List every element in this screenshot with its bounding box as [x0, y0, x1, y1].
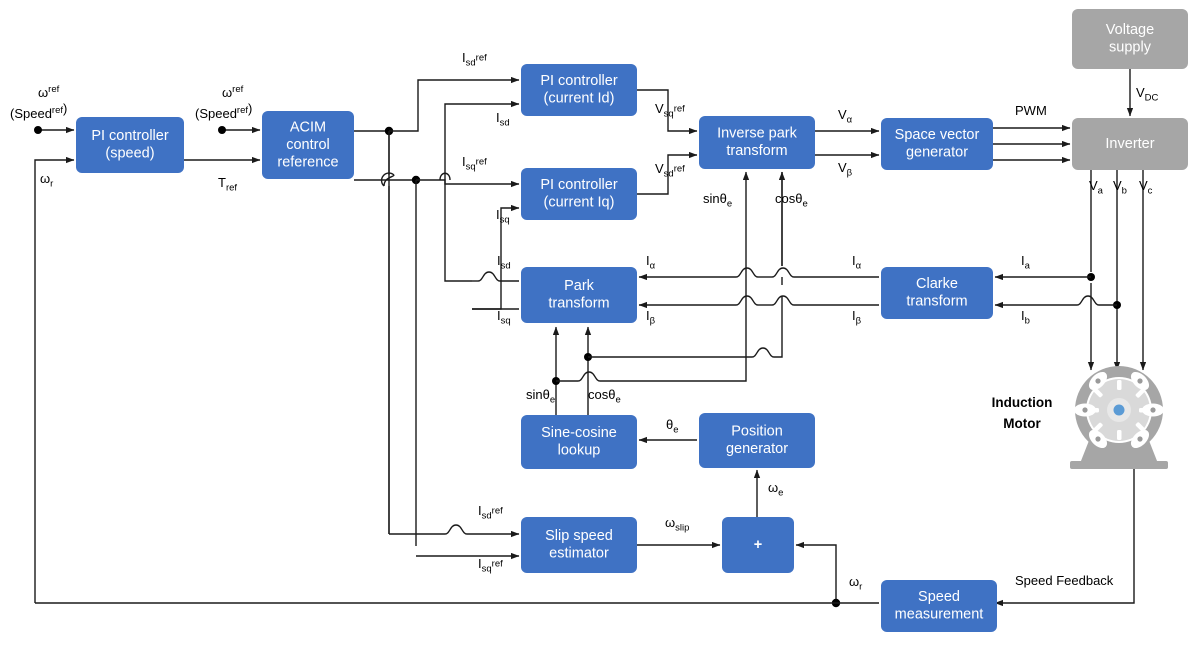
- block-label: Park: [564, 278, 595, 294]
- block-label: reference: [277, 154, 338, 170]
- block-label: supply: [1109, 40, 1152, 56]
- block-label: PI controller: [540, 177, 618, 193]
- block-label: ACIM: [290, 119, 326, 135]
- block-clarke[interactable]: Clarke transform: [881, 267, 993, 319]
- block-label: Inverter: [1105, 136, 1154, 152]
- signal-label-cos_theta_2: cosθe: [588, 387, 621, 406]
- induction-motor-icon: Induction Motor: [992, 366, 1168, 469]
- block-pos_gen[interactable]: Positiongenerator: [699, 413, 815, 468]
- signal-label-isq_1: Isq: [496, 207, 510, 226]
- signal-label-tref: Tref: [218, 175, 237, 194]
- block-label: Position: [731, 424, 783, 440]
- signal-label-speedref_2: (Speedref): [195, 101, 252, 121]
- signal-label-vsd_ref: Vsdref: [655, 161, 685, 180]
- signal-label-i_alpha_l: Iα: [646, 253, 656, 272]
- block-label: transform: [726, 143, 787, 159]
- block-pi_iq[interactable]: PI controller (current Iq): [521, 168, 637, 220]
- signal-label-ia: Ia: [1021, 253, 1031, 272]
- signal-label-isd_1: Isd: [496, 110, 510, 129]
- motor-label-line1: Induction: [992, 395, 1053, 410]
- signal-label-omega_r_fb: ωr: [849, 574, 862, 593]
- signal-label-wref_2: ωref: [222, 84, 244, 100]
- signal-label-speedref_1: (Speedref): [10, 101, 67, 121]
- block-speed_meas[interactable]: Speed measurement: [881, 580, 997, 632]
- signal-label-omega_e: ωe: [768, 480, 783, 499]
- signal-label-omega_slip: ωslip: [665, 515, 689, 534]
- block-label: (speed): [105, 146, 154, 162]
- block-label: Speed: [918, 589, 960, 605]
- block-label: generator: [906, 145, 968, 161]
- block-label: Clarke: [916, 276, 958, 292]
- block-voltage_sup[interactable]: Voltage supply: [1072, 9, 1188, 69]
- signal-label-v_alpha: Vα: [838, 107, 853, 126]
- block-label: control: [286, 137, 330, 153]
- block-label: +: [754, 537, 762, 553]
- acim-foc-block-diagram: PI controller (speed) ACIM controlreference…: [0, 0, 1200, 646]
- block-label: transform: [548, 296, 609, 312]
- block-acim_ref[interactable]: ACIM controlreference: [262, 111, 354, 179]
- block-park[interactable]: Park transform: [521, 267, 637, 323]
- block-label: generator: [726, 441, 788, 457]
- block-label: (current Id): [544, 91, 615, 107]
- block-sincos[interactable]: Sine-cosine lookup: [521, 415, 637, 469]
- signal-label-speed_fb: Speed Feedback: [1015, 573, 1114, 588]
- block-label: PI controller: [540, 73, 618, 89]
- signal-label-vdc: VDC: [1136, 85, 1159, 104]
- signal-label-cos_theta_1: cosθe: [775, 191, 808, 210]
- block-slip_est[interactable]: Slip speed estimator: [521, 517, 637, 573]
- signal-label-sin_theta_1: sinθe: [703, 191, 732, 210]
- block-label: measurement: [895, 607, 984, 623]
- block-inverter[interactable]: Inverter: [1072, 118, 1188, 170]
- block-label: Voltage: [1106, 22, 1154, 38]
- signal-label-wref_1: ωref: [38, 84, 60, 100]
- signal-label-wr_in: ωr: [40, 171, 53, 190]
- block-pi_speed[interactable]: PI controller (speed): [76, 117, 184, 173]
- signal-label-i_alpha_r: Iα: [852, 253, 862, 272]
- block-label: Sine-cosine: [541, 425, 617, 441]
- signal-label-isq_ref_1: Isqref: [462, 154, 487, 173]
- signal-label-ib: Ib: [1021, 308, 1030, 327]
- signal-label-isq_2: Isq: [497, 308, 511, 327]
- signal-label-vsq_ref: Vsqref: [655, 101, 685, 120]
- signal-label-theta_e: θe: [666, 417, 679, 436]
- signal-label-vb: Vb: [1113, 178, 1127, 197]
- signal-label-vc: Vc: [1139, 178, 1153, 197]
- block-label: lookup: [558, 443, 601, 459]
- signal-label-i_beta_r: Iβ: [852, 308, 862, 327]
- block-label: Space vector: [895, 127, 980, 143]
- block-label: (current Iq): [544, 195, 615, 211]
- block-svg_gen[interactable]: Space vector generator: [881, 118, 993, 170]
- block-adder[interactable]: +: [722, 517, 794, 573]
- block-label: Slip speed: [545, 528, 613, 544]
- signal-label-sin_theta_2: sinθe: [526, 387, 555, 406]
- signal-label-isq_ref_2: Isqref: [478, 556, 503, 575]
- block-pi_id[interactable]: PI controller (current Id): [521, 64, 637, 116]
- signal-label-isd_2: Isd: [497, 253, 511, 272]
- block-label: transform: [906, 294, 967, 310]
- motor-label-line2: Motor: [1003, 416, 1041, 431]
- signal-label-i_beta_l: Iβ: [646, 308, 656, 327]
- signal-label-isd_ref_2: Isdref: [478, 503, 503, 522]
- block-label: PI controller: [91, 128, 169, 144]
- signal-label-isd_ref_1: Isdref: [462, 50, 487, 69]
- signal-label-pwm: PWM: [1015, 103, 1047, 118]
- block-inv_park[interactable]: Inverse parktransform: [699, 116, 815, 169]
- block-label: estimator: [549, 546, 609, 562]
- block-label: Inverse park: [717, 126, 798, 142]
- signal-label-v_beta: Vβ: [838, 160, 853, 179]
